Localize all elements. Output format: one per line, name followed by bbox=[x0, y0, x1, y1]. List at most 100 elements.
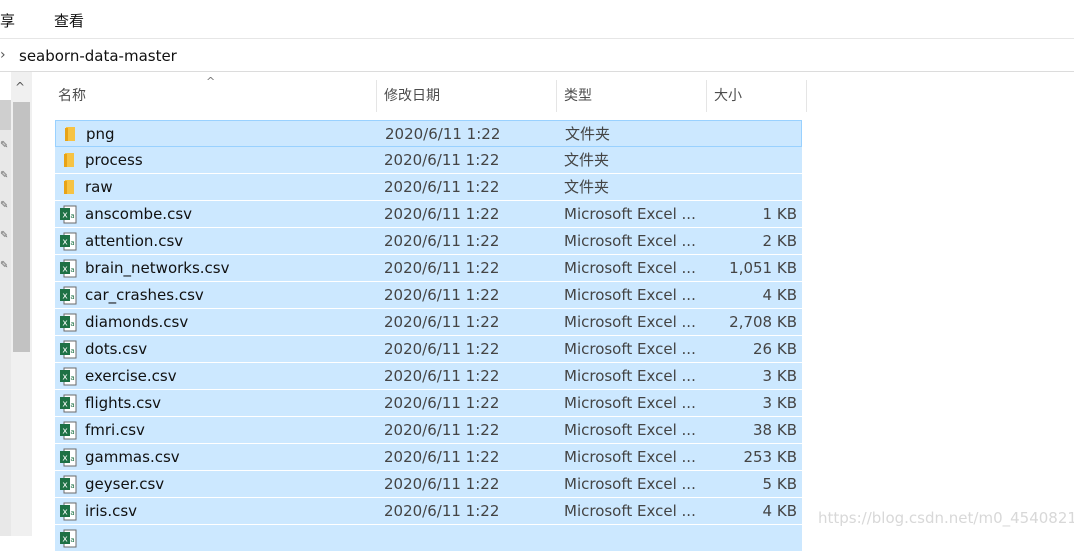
svg-text:a: a bbox=[70, 266, 74, 274]
file-row[interactable]: x a dots.csv 2020/6/11 1:22 Microsoft Excel … bbox=[55, 336, 802, 363]
file-date: 2020/6/11 1:22 bbox=[384, 232, 500, 250]
svg-text:a: a bbox=[70, 293, 74, 301]
file-row[interactable]: x a fmri.csv 2020/6/11 1:22 Microsoft Excel … bbox=[55, 417, 802, 444]
file-date: 2020/6/11 1:22 bbox=[384, 205, 500, 223]
file-size: 2,708 KB bbox=[729, 313, 797, 331]
file-type: Microsoft Excel ... bbox=[564, 421, 696, 439]
file-type: 文件夹 bbox=[564, 151, 610, 169]
file-name: brain_networks.csv bbox=[85, 259, 230, 277]
file-type bbox=[564, 525, 704, 552]
file-row[interactable]: x a exercise.csv 2020/6/11 1:22 Microsoft Ex… bbox=[55, 363, 802, 390]
column-header-type[interactable]: 类型 bbox=[557, 80, 707, 112]
file-type: Microsoft Excel ... bbox=[564, 313, 696, 331]
svg-text:a: a bbox=[70, 239, 74, 247]
file-name: fmri.csv bbox=[85, 421, 145, 439]
excel-file-icon: xa bbox=[60, 259, 77, 278]
file-type: Microsoft Excel ... bbox=[564, 205, 696, 223]
excel-file-icon: xa bbox=[60, 232, 77, 251]
vertical-scrollbar[interactable]: ^ bbox=[11, 72, 32, 536]
svg-text:x: x bbox=[62, 265, 68, 275]
file-date: 2020/6/11 1:22 bbox=[384, 340, 500, 358]
svg-text:x: x bbox=[62, 238, 68, 248]
svg-text:x: x bbox=[62, 481, 68, 491]
svg-text:a: a bbox=[70, 482, 74, 490]
file-row[interactable]: x a diamonds.csv 2020/6/11 1:22 Microsoft Ex… bbox=[55, 309, 802, 336]
file-date: 2020/6/11 1:22 bbox=[384, 367, 500, 385]
file-size: 1 KB bbox=[762, 205, 797, 223]
file-row[interactable]: xa bbox=[55, 525, 802, 552]
file-date: 2020/6/11 1:22 bbox=[384, 475, 500, 493]
ribbon-tab-share[interactable]: 享 bbox=[0, 10, 15, 31]
column-header-size[interactable]: 大小 bbox=[707, 80, 807, 112]
breadcrumb-folder[interactable]: seaborn-data-master bbox=[19, 47, 177, 65]
svg-text:a: a bbox=[70, 347, 74, 355]
file-type: Microsoft Excel ... bbox=[564, 286, 696, 304]
file-date: 2020/6/11 1:22 bbox=[384, 151, 500, 169]
file-row[interactable]: process 2020/6/11 1:22 文件夹 bbox=[55, 147, 802, 174]
file-row[interactable]: x a iris.csv 2020/6/11 1:22 Microsoft Excel … bbox=[55, 498, 802, 525]
file-row[interactable]: x a flights.csv 2020/6/11 1:22 Microsoft Exc… bbox=[55, 390, 802, 417]
folder-icon bbox=[64, 153, 74, 167]
svg-text:x: x bbox=[62, 211, 68, 221]
watermark: https://blog.csdn.net/m0_45408211 bbox=[818, 509, 1074, 527]
svg-text:a: a bbox=[70, 455, 74, 463]
svg-text:a: a bbox=[70, 509, 74, 517]
file-name: process bbox=[85, 151, 143, 169]
file-type: Microsoft Excel ... bbox=[564, 502, 696, 520]
ribbon: 享 查看 bbox=[0, 0, 1074, 39]
address-bar[interactable]: › seaborn-data-master bbox=[0, 41, 1074, 72]
file-type: Microsoft Excel ... bbox=[564, 367, 696, 385]
file-size: 4 KB bbox=[762, 286, 797, 304]
svg-text:x: x bbox=[62, 319, 68, 329]
pin-icon: ✎ bbox=[0, 230, 9, 241]
folder-icon bbox=[65, 127, 75, 141]
svg-text:x: x bbox=[62, 292, 68, 302]
file-size: 5 KB bbox=[762, 475, 797, 493]
excel-file-icon: xa bbox=[60, 394, 77, 413]
svg-text:x: x bbox=[62, 454, 68, 464]
file-row[interactable]: x a brain_networks.csv 2020/6/11 1:22 Micros… bbox=[55, 255, 802, 282]
pin-icon: ✎ bbox=[0, 140, 9, 151]
file-row[interactable]: x a attention.csv 2020/6/11 1:22 Microsoft E… bbox=[55, 228, 802, 255]
file-size bbox=[706, 121, 798, 148]
file-size bbox=[705, 525, 797, 552]
file-size bbox=[705, 147, 797, 174]
file-name: dots.csv bbox=[85, 340, 148, 358]
file-size: 1,051 KB bbox=[729, 259, 797, 277]
navigation-selected-item[interactable] bbox=[0, 100, 11, 130]
chevron-right-icon[interactable]: › bbox=[0, 47, 6, 63]
file-row[interactable]: png 2020/6/11 1:22 文件夹 bbox=[55, 120, 802, 147]
ribbon-tab-view[interactable]: 查看 bbox=[54, 10, 84, 31]
file-date: 2020/6/11 1:22 bbox=[385, 125, 501, 143]
excel-file-icon: xa bbox=[60, 421, 77, 440]
svg-text:x: x bbox=[62, 373, 68, 383]
excel-file-icon: xa bbox=[60, 367, 77, 386]
folder-icon bbox=[64, 180, 74, 194]
file-name: car_crashes.csv bbox=[85, 286, 204, 304]
file-date: 2020/6/11 1:22 bbox=[384, 421, 500, 439]
file-name: iris.csv bbox=[85, 502, 138, 520]
excel-file-icon: xa bbox=[60, 529, 77, 548]
file-row[interactable]: raw 2020/6/11 1:22 文件夹 bbox=[55, 174, 802, 201]
scroll-up-icon[interactable]: ^ bbox=[15, 80, 25, 94]
file-row[interactable]: x a gammas.csv 2020/6/11 1:22 Microsoft Exce… bbox=[55, 444, 802, 471]
pin-icon: ✎ bbox=[0, 170, 9, 181]
file-date: 2020/6/11 1:22 bbox=[384, 448, 500, 466]
file-name: diamonds.csv bbox=[85, 313, 189, 331]
svg-text:a: a bbox=[70, 374, 74, 382]
file-row[interactable]: x a anscombe.csv 2020/6/11 1:22 Microsoft Ex… bbox=[55, 201, 802, 228]
file-row[interactable]: x a geyser.csv 2020/6/11 1:22 Microsoft Exce… bbox=[55, 471, 802, 498]
file-date: 2020/6/11 1:22 bbox=[384, 259, 500, 277]
file-name: exercise.csv bbox=[85, 367, 177, 385]
file-size: 3 KB bbox=[762, 394, 797, 412]
file-type: Microsoft Excel ... bbox=[564, 475, 696, 493]
svg-text:a: a bbox=[70, 401, 74, 409]
column-header-name[interactable]: 名称 bbox=[51, 80, 377, 112]
file-type: Microsoft Excel ... bbox=[564, 340, 696, 358]
file-size: 3 KB bbox=[762, 367, 797, 385]
pin-icon: ✎ bbox=[0, 200, 9, 211]
column-header-date[interactable]: 修改日期 bbox=[377, 80, 557, 112]
scrollbar-thumb[interactable] bbox=[13, 102, 30, 352]
file-row[interactable]: x a car_crashes.csv 2020/6/11 1:22 Microsoft… bbox=[55, 282, 802, 309]
file-date: 2020/6/11 1:22 bbox=[384, 502, 500, 520]
